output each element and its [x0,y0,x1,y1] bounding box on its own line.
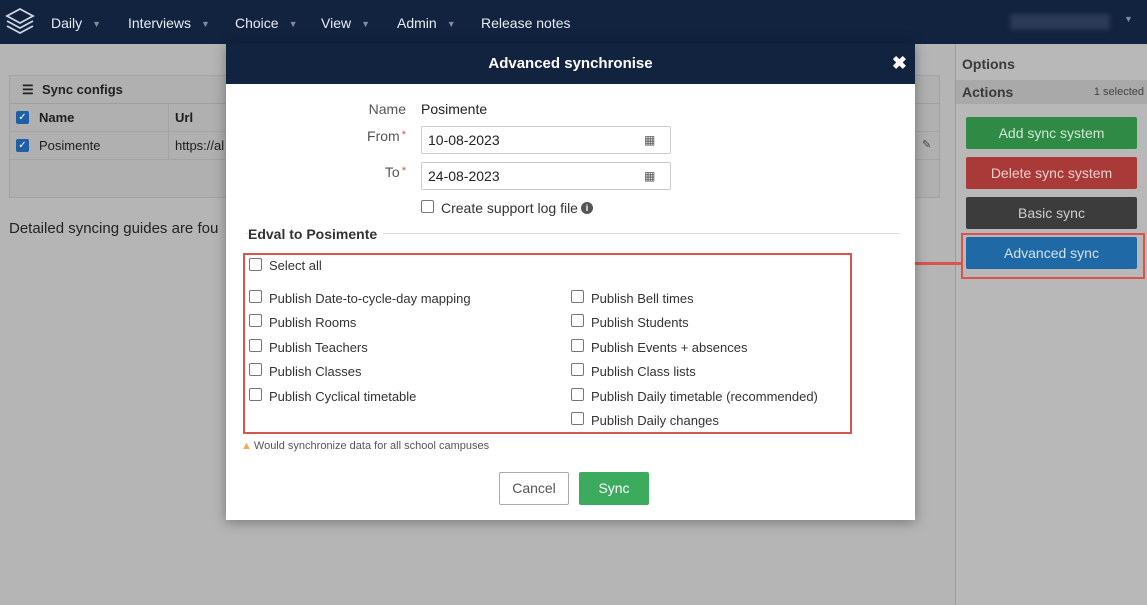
nav-choice[interactable]: Choice ▼ [235,14,298,32]
name-value: Posimente [421,101,488,117]
options-panel: Options Actions 1 selected Add sync syst… [955,44,1147,605]
column-header-name[interactable]: Name [39,110,74,125]
nav-interviews[interactable]: Interviews ▼ [128,14,210,32]
row-checkbox[interactable]: ✓ [16,139,29,152]
stack-logo-icon[interactable] [4,6,36,38]
basic-sync-button[interactable]: Basic sync [966,197,1137,229]
publish-option-label: Publish Date-to-cycle-day mapping [269,291,471,306]
row-url: https://al [175,138,225,153]
user-menu[interactable] [1010,14,1110,30]
publish-option-label: Publish Cyclical timetable [269,389,417,404]
publish-option-label: Publish Class lists [591,364,696,379]
close-icon[interactable]: ✖ [892,43,907,84]
select-all-rows-checkbox[interactable]: ✓ [16,111,29,124]
actions-bar: Actions 1 selected [956,80,1147,104]
publish-option-label: Publish Daily timetable (recommended) [591,389,818,404]
guides-text: Detailed syncing guides are fou [9,220,219,237]
publish-option-checkbox[interactable] [571,339,584,352]
publish-option-label: Publish Events + absences [591,340,748,355]
publish-option-label: Publish Teachers [269,340,368,355]
name-label: Name [368,101,406,117]
dialog-title: Advanced synchronise [488,55,653,72]
list-icon: ☰ [22,82,34,97]
publish-option-checkbox[interactable] [571,290,584,303]
advanced-synchronise-dialog: Advanced synchronise ✖ Name Posimente Fr… [226,43,915,520]
create-support-log-label: Create support log file [441,200,578,216]
chevron-down-icon[interactable]: ▼ [1124,14,1133,24]
publish-option-label: Publish Classes [269,364,362,379]
chevron-down-icon: ▼ [288,19,298,29]
publish-option-checkbox[interactable] [249,388,262,401]
nav-daily[interactable]: Daily ▼ [51,14,101,32]
publish-option-checkbox[interactable] [571,412,584,425]
publish-option-checkbox[interactable] [249,363,262,376]
section-title: Edval to Posimente [248,226,384,242]
chevron-down-icon: ▼ [92,19,102,29]
selected-count: 1 selected [1093,86,1144,98]
sync-button[interactable]: Sync [579,472,649,505]
options-title: Options [962,56,1015,72]
add-sync-system-button[interactable]: Add sync system [966,117,1137,149]
publish-option-checkbox[interactable] [571,314,584,327]
info-icon[interactable]: i [581,202,593,214]
nav-admin[interactable]: Admin ▼ [397,14,456,32]
column-header-url[interactable]: Url [175,110,193,125]
to-date-input[interactable] [421,162,671,190]
create-support-log-checkbox[interactable] [421,200,434,213]
select-all-checkbox[interactable] [249,258,262,271]
to-label: To * [384,164,406,180]
publish-option-checkbox[interactable] [249,339,262,352]
warning-icon: ▲ [241,440,252,452]
publish-option-checkbox[interactable] [571,363,584,376]
cancel-button[interactable]: Cancel [499,472,569,505]
chevron-down-icon: ▼ [361,19,371,29]
calendar-icon[interactable]: ▦ [644,133,655,147]
edit-icon[interactable]: ✎ [922,138,931,151]
from-label: From * [367,128,406,144]
dialog-header: Advanced synchronise ✖ [226,43,915,84]
publish-option-label: Publish Daily changes [591,413,719,428]
publish-option-label: Publish Students [591,315,689,330]
publish-option-label: Publish Bell times [591,291,694,306]
chevron-down-icon: ▼ [446,19,456,29]
publish-option-checkbox[interactable] [571,388,584,401]
select-all-label: Select all [269,258,322,273]
row-name: Posimente [39,138,101,153]
nav-release-notes[interactable]: Release notes [481,14,571,32]
publish-option-checkbox[interactable] [249,314,262,327]
from-date-input[interactable] [421,126,671,154]
top-navbar: Daily ▼ Interviews ▼ Choice ▼ View ▼ Admin ▼ … [0,0,1147,44]
chevron-down-icon: ▼ [201,19,210,29]
actions-label: Actions [962,84,1014,100]
delete-sync-system-button[interactable]: Delete sync system [966,157,1137,189]
publish-option-label: Publish Rooms [269,315,357,330]
publish-option-checkbox[interactable] [249,290,262,303]
campus-warning: ▲ Would synchronize data for all school c… [241,440,490,452]
nav-view[interactable]: View ▼ [321,14,370,32]
advanced-sync-highlight [961,233,1145,279]
calendar-icon[interactable]: ▦ [644,169,655,183]
